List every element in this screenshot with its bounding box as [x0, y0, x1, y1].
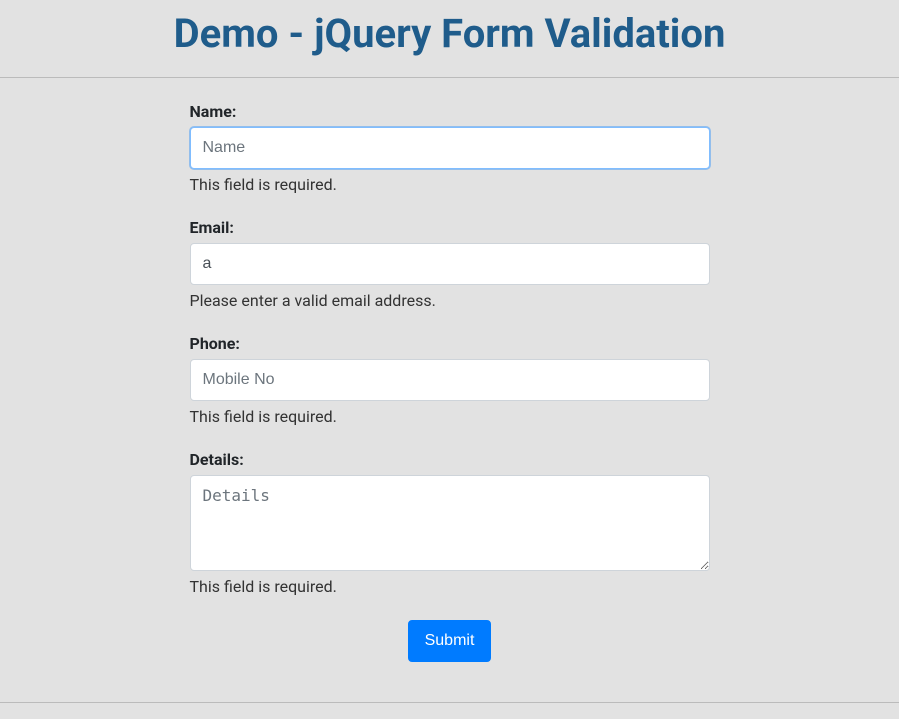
name-input[interactable]: [190, 127, 710, 169]
phone-label: Phone:: [190, 334, 710, 353]
details-textarea[interactable]: [190, 475, 710, 571]
email-input[interactable]: [190, 243, 710, 285]
email-label: Email:: [190, 218, 710, 237]
email-group: Email: Please enter a valid email addres…: [190, 218, 710, 310]
phone-error: This field is required.: [190, 407, 710, 426]
name-error: This field is required.: [190, 175, 710, 194]
page-title: Demo - jQuery Form Validation: [0, 10, 899, 57]
submit-button[interactable]: Submit: [408, 620, 492, 662]
name-label: Name:: [190, 102, 710, 121]
details-group: Details: This field is required.: [190, 450, 710, 596]
details-error: This field is required.: [190, 577, 710, 596]
validation-form: Name: This field is required. Email: Ple…: [190, 102, 710, 662]
phone-group: Phone: This field is required.: [190, 334, 710, 426]
footer-divider: [0, 702, 899, 703]
details-label: Details:: [190, 450, 710, 469]
name-group: Name: This field is required.: [190, 102, 710, 194]
phone-input[interactable]: [190, 359, 710, 401]
email-error: Please enter a valid email address.: [190, 291, 710, 310]
